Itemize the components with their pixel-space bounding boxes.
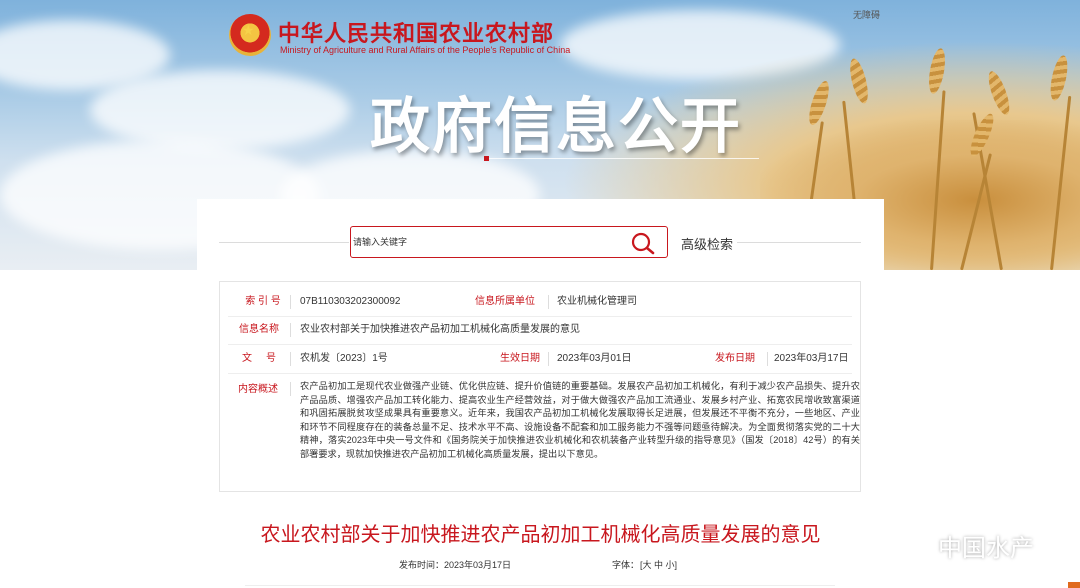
info-row-docno: 文 号 农机发〔2023〕1号 生效日期 2023年03月01日 发布日期 20… (220, 345, 860, 373)
search-divider-left (219, 242, 349, 243)
summary-text: 农产品初加工是现代农业做强产业链、优化供应链、提升价值链的重要基础。发展农产品初… (300, 381, 860, 459)
document-title: 农业农村部关于加快推进农产品初加工机械化高质量发展的意见 (260, 522, 821, 546)
national-emblem-icon: ★ (229, 14, 271, 56)
info-row-name: 信息名称 农业农村部关于加快推进农产品初加工机械化高质量发展的意见 (220, 316, 860, 344)
search-box (350, 226, 668, 258)
watermark-text: 中国水产 (938, 535, 1034, 562)
publish-date-label: 发布日期 (715, 353, 755, 364)
title-divider (484, 158, 759, 159)
summary-label: 内容概述 (238, 384, 278, 395)
column-separator (767, 352, 768, 366)
content-divider (245, 585, 835, 586)
info-table: 索 引 号 07B110303202300092 信息所属单位 农业机械化管理司… (219, 281, 861, 492)
org-value: 农业机械化管理司 (557, 296, 637, 307)
column-separator (290, 295, 291, 309)
corner-marker (1068, 582, 1080, 588)
index-label: 索 引 号 (245, 296, 281, 307)
page: ★ 中华人民共和国农业农村部 Ministry of Agriculture a… (0, 0, 1080, 588)
banner-title: 政府信息公开 (370, 92, 742, 162)
publish-time: 发布时间：2023年03月17日 (399, 560, 512, 570)
column-separator (548, 352, 549, 366)
info-row-index: 索 引 号 07B110303202300092 信息所属单位 农业机械化管理司 (220, 288, 860, 316)
search-icon[interactable] (630, 231, 656, 255)
effective-date-label: 生效日期 (500, 353, 540, 364)
column-separator (290, 382, 291, 396)
search-divider-right (737, 242, 861, 243)
name-value: 农业农村部关于加快推进农产品初加工机械化高质量发展的意见 (300, 324, 580, 335)
name-label: 信息名称 (239, 324, 279, 335)
watermark: 中国水产 (892, 526, 1052, 562)
search-input[interactable] (351, 227, 621, 257)
org-label: 信息所属单位 (475, 296, 535, 307)
content-card: 高级检索 索 引 号 07B110303202300092 信息所属单位 农业机… (197, 199, 884, 588)
font-size-label: 字体： (612, 560, 640, 570)
docno-value: 农机发〔2023〕1号 (300, 353, 388, 364)
ministry-name-en: Ministry of Agriculture and Rural Affair… (280, 45, 571, 55)
cloud-decoration (90, 70, 350, 150)
wechat-icon (893, 530, 931, 558)
font-size-switcher[interactable]: [大 中 小] (640, 558, 677, 571)
column-separator (548, 295, 549, 309)
publish-date-value: 2023年03月17日 (774, 353, 849, 364)
column-separator (290, 352, 291, 366)
column-separator (290, 323, 291, 337)
index-value: 07B110303202300092 (300, 296, 401, 307)
docno-label: 文 号 (242, 353, 276, 364)
ministry-name-cn: 中华人民共和国农业农村部 (278, 21, 555, 46)
accessibility-link[interactable]: 无障碍 (853, 8, 880, 21)
effective-date-value: 2023年03月01日 (557, 353, 632, 364)
title-divider-marker (484, 156, 489, 161)
advanced-search-link[interactable]: 高级检索 (681, 234, 733, 253)
row-divider (228, 373, 852, 374)
